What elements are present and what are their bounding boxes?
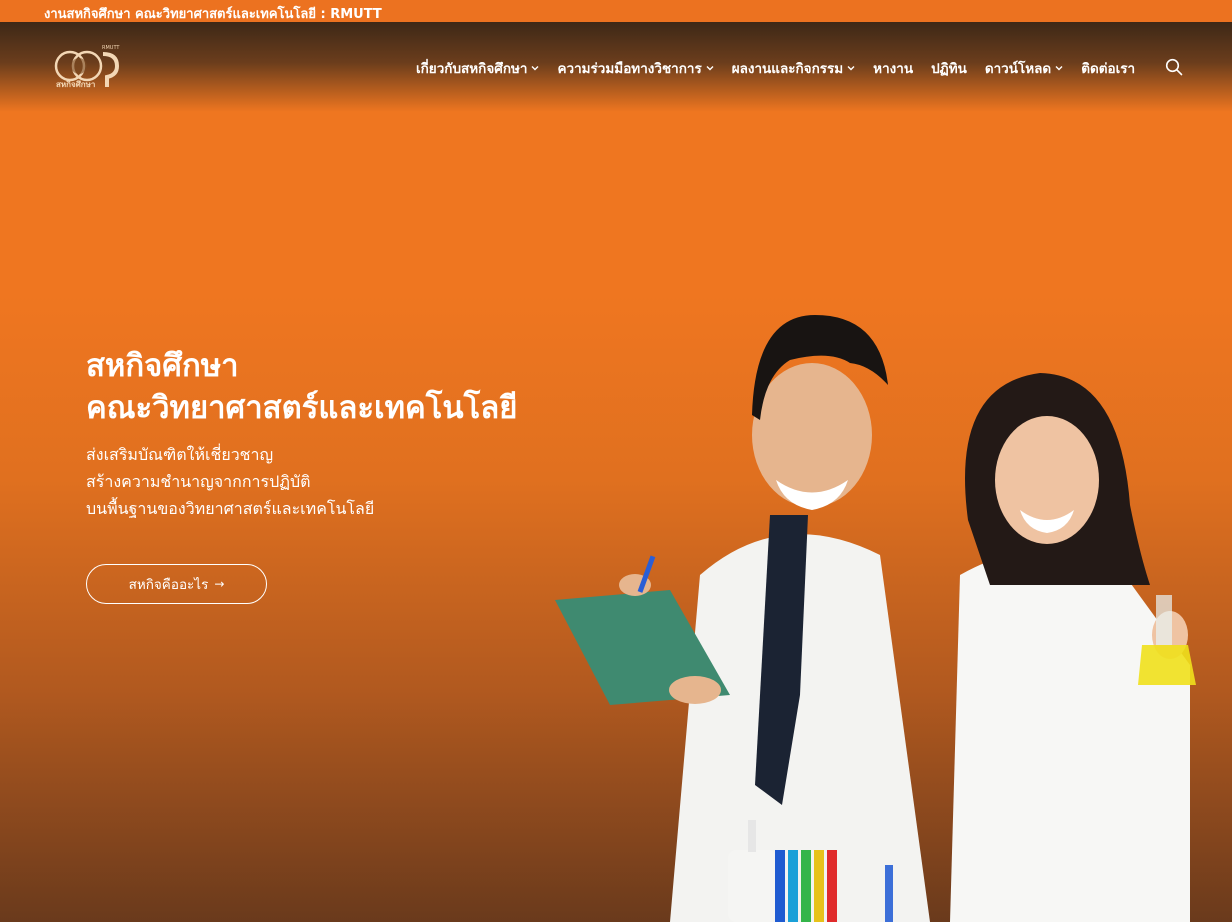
- nav-label: ปฏิทิน: [931, 61, 967, 77]
- cta-label: สหกิจคืออะไร: [128, 577, 209, 593]
- nav-download[interactable]: ดาวน์โหลด: [985, 57, 1063, 79]
- hero-photo-students: [555, 315, 1196, 922]
- hero-subtitle-line: สร้างความชำนาญจากการปฏิบัติ: [86, 472, 311, 491]
- nav-works-activities[interactable]: ผลงานและกิจกรรม: [732, 57, 855, 79]
- logo-tag: RMUTT: [102, 45, 120, 51]
- nav-contact[interactable]: ติดต่อเรา: [1081, 57, 1135, 79]
- hero-subtitle-line: ส่งเสริมบัณฑิตให้เชี่ยวชาญ: [86, 445, 274, 464]
- what-is-coop-button[interactable]: สหกิจคืออะไร →: [86, 564, 267, 604]
- nav-label: หางาน: [873, 61, 914, 77]
- coop-logo[interactable]: RMUTT สหกิจศึกษา: [48, 42, 122, 94]
- chevron-down-icon: [531, 66, 539, 71]
- female-student-illustration: [950, 373, 1196, 922]
- main-nav: เกี่ยวกับสหกิจศึกษา ความร่วมมือทางวิชากา…: [416, 57, 1153, 79]
- nav-label: ความร่วมมือทางวิชาการ: [557, 61, 702, 77]
- nav-academic-cooperation[interactable]: ความร่วมมือทางวิชาการ: [557, 57, 714, 79]
- chevron-down-icon: [1055, 66, 1063, 71]
- nav-label: ติดต่อเรา: [1081, 61, 1136, 77]
- nav-about[interactable]: เกี่ยวกับสหกิจศึกษา: [416, 57, 539, 79]
- chevron-down-icon: [706, 66, 714, 71]
- top-bar: งานสหกิจศึกษา คณะวิทยาศาสตร์และเทคโนโลยี…: [0, 0, 1232, 23]
- hero-title: สหกิจศึกษา คณะวิทยาศาสตร์และเทคโนโลยี: [86, 345, 517, 429]
- chevron-down-icon: [847, 66, 855, 71]
- hero-subtitle-line: บนพื้นฐานของวิทยาศาสตร์และเทคโนโลยี: [86, 499, 375, 518]
- arrow-right-icon: →: [214, 577, 225, 591]
- male-student-illustration: [555, 315, 930, 922]
- hero-title-line: สหกิจศึกษา: [86, 348, 239, 384]
- search-icon[interactable]: [1165, 58, 1183, 76]
- nav-jobs[interactable]: หางาน: [873, 57, 913, 79]
- hero-subtitle: ส่งเสริมบัณฑิตให้เชี่ยวชาญ สร้างความชำนา…: [86, 441, 374, 522]
- nav-label: เกี่ยวกับสหกิจศึกษา: [416, 61, 528, 77]
- nav-label: ผลงานและกิจกรรม: [731, 61, 844, 77]
- nav-label: ดาวน์โหลด: [984, 61, 1052, 77]
- nav-calendar[interactable]: ปฏิทิน: [931, 57, 967, 79]
- logo-caption: สหกิจศึกษา: [56, 80, 95, 89]
- hero-title-line: คณะวิทยาศาสตร์และเทคโนโลยี: [86, 390, 518, 426]
- site-tagline: งานสหกิจศึกษา คณะวิทยาศาสตร์และเทคโนโลยี…: [44, 7, 382, 22]
